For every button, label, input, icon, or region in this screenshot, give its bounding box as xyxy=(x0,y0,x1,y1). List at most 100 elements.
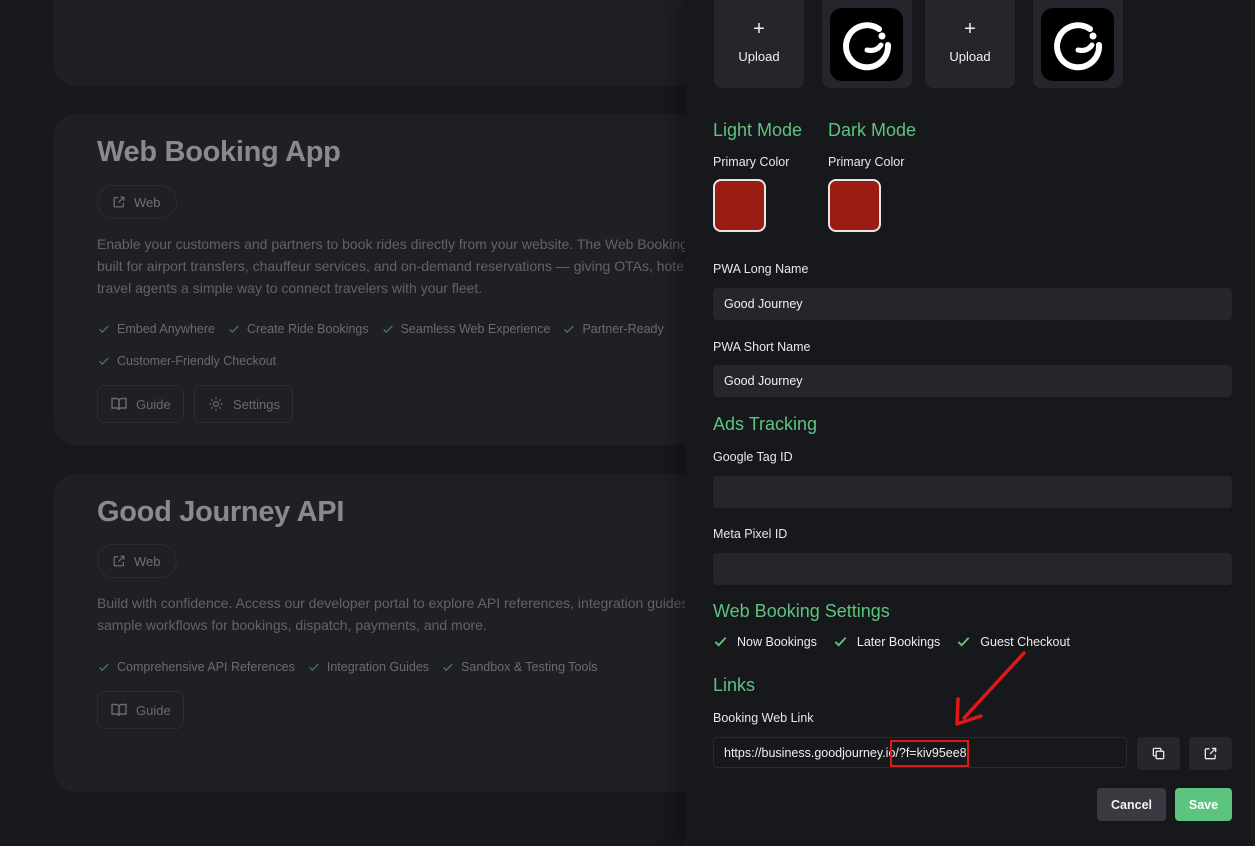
links-title: Links xyxy=(713,675,756,695)
upload-label: Upload xyxy=(738,48,780,64)
plus-icon: + xyxy=(753,17,765,40)
now-bookings-checkbox[interactable]: Now Bookings xyxy=(713,634,817,649)
check-icon xyxy=(309,663,319,672)
check-icon xyxy=(99,663,109,672)
checkbox-label: Now Bookings xyxy=(737,634,817,649)
upload-label: Upload xyxy=(949,48,991,64)
check-icon xyxy=(99,325,109,334)
feature-label: Embed Anywhere xyxy=(117,322,215,336)
description-line: travel agents a simple way to connect tr… xyxy=(97,280,483,296)
check-icon xyxy=(957,637,970,647)
pwa-short-name-label: PWA Short Name xyxy=(713,340,811,354)
feature-list: Customer-Friendly Checkout xyxy=(97,354,276,368)
copy-link-button[interactable] xyxy=(1137,737,1180,770)
copy-icon xyxy=(1152,747,1165,760)
meta-pixel-id-input[interactable] xyxy=(713,553,1232,585)
ads-tracking-title: Ads Tracking xyxy=(713,414,818,434)
web-booking-settings-title: Web Booking Settings xyxy=(713,601,890,621)
settings-button[interactable]: Settings xyxy=(194,385,293,423)
feature-label: Comprehensive API References xyxy=(117,660,295,674)
open-link-button[interactable] xyxy=(1189,737,1232,770)
feature-label: Partner-Ready xyxy=(582,322,664,336)
feature-item: Embed Anywhere xyxy=(97,322,215,336)
check-icon xyxy=(564,325,575,334)
plus-icon: + xyxy=(964,17,976,40)
feature-label: Integration Guides xyxy=(326,660,430,674)
logo-icon xyxy=(842,21,891,70)
check-icon xyxy=(99,357,109,366)
link-highlight-box xyxy=(890,740,969,767)
guide-label: Guide xyxy=(136,702,171,718)
save-button[interactable]: Save xyxy=(1175,788,1232,821)
logo-icon xyxy=(1053,21,1102,70)
checkbox-label: Guest Checkout xyxy=(980,634,1070,649)
pill-label: Web xyxy=(134,194,161,210)
dark-primary-color-label: Primary Color xyxy=(828,155,905,169)
meta-pixel-id-label: Meta Pixel ID xyxy=(713,527,788,541)
google-tag-id-input[interactable] xyxy=(713,476,1232,508)
feature-label: Sandbox & Testing Tools xyxy=(461,660,598,674)
guide-label: Guide xyxy=(136,396,171,412)
feature-list: Embed Anywhere Create Ride Bookings Seam… xyxy=(97,322,664,336)
guide-button[interactable]: Guide xyxy=(97,385,184,423)
light-logo-upload-button[interactable]: + Upload xyxy=(714,0,804,88)
booking-web-link-label: Booking Web Link xyxy=(713,711,814,725)
previous-card xyxy=(54,0,754,86)
card-description: Build with confidence. Access our develo… xyxy=(97,592,717,636)
check-icon xyxy=(443,663,453,672)
card-title: Good Journey API xyxy=(97,496,345,528)
pwa-long-name-label: PWA Long Name xyxy=(713,262,809,276)
dark-logo-upload-button[interactable]: + Upload xyxy=(925,0,1015,88)
gear-icon xyxy=(209,397,223,411)
check-icon xyxy=(229,325,239,334)
feature-item: Customer-Friendly Checkout xyxy=(97,354,276,368)
feature-label: Customer-Friendly Checkout xyxy=(117,354,277,368)
feature-item: Seamless Web Experience xyxy=(381,322,551,336)
feature-item: Sandbox & Testing Tools xyxy=(441,660,597,674)
feature-label: Seamless Web Experience xyxy=(400,322,551,336)
description-line: Build with confidence. Access our develo… xyxy=(97,595,717,611)
light-logo-preview xyxy=(822,0,912,88)
checkbox-label: Later Bookings xyxy=(856,634,941,649)
check-icon xyxy=(714,637,727,647)
external-link-icon xyxy=(113,196,125,208)
web-booking-settings-panel: + Upload + Upload Light Mode Dark Mode P… xyxy=(685,0,1255,846)
google-tag-id-label: Google Tag ID xyxy=(713,450,793,464)
good-journey-api-card: Good Journey API Web Build with confiden… xyxy=(54,474,754,792)
pwa-short-name-input[interactable] xyxy=(713,365,1232,397)
feature-item: Comprehensive API References xyxy=(97,660,295,674)
feature-list: Comprehensive API References Integration… xyxy=(97,660,597,674)
feature-item: Partner-Ready xyxy=(562,322,664,336)
card-description: Enable your customers and partners to bo… xyxy=(97,233,717,299)
check-icon xyxy=(382,325,393,334)
feature-label: Create Ride Bookings xyxy=(246,322,369,336)
light-primary-color-swatch[interactable] xyxy=(713,179,766,232)
description-line: sample workflows for bookings, dispatch,… xyxy=(97,617,487,633)
external-link-icon xyxy=(113,555,125,567)
good-journey-logo xyxy=(830,8,903,81)
cancel-button[interactable]: Cancel xyxy=(1097,788,1166,821)
book-icon xyxy=(111,397,127,411)
card-title: Web Booking App xyxy=(97,136,341,168)
good-journey-logo xyxy=(1041,8,1114,81)
light-mode-title: Light Mode xyxy=(713,120,803,140)
guest-checkout-checkbox[interactable]: Guest Checkout xyxy=(956,634,1070,649)
web-link-pill[interactable]: Web xyxy=(97,185,177,219)
description-line: Enable your customers and partners to bo… xyxy=(97,236,717,252)
dark-mode-title: Dark Mode xyxy=(828,120,917,140)
book-icon xyxy=(111,703,127,717)
check-icon xyxy=(834,637,847,647)
feature-item: Create Ride Bookings xyxy=(227,322,369,336)
pill-label: Web xyxy=(134,553,161,569)
dark-primary-color-swatch[interactable] xyxy=(828,179,881,232)
later-bookings-checkbox[interactable]: Later Bookings xyxy=(833,634,940,649)
guide-button[interactable]: Guide xyxy=(97,691,184,729)
pwa-long-name-input[interactable] xyxy=(713,288,1232,320)
dark-logo-preview xyxy=(1033,0,1123,88)
web-booking-options: Now Bookings Later Bookings Guest Checko… xyxy=(713,634,1070,649)
external-link-icon xyxy=(1204,747,1217,760)
web-link-pill[interactable]: Web xyxy=(97,544,177,578)
settings-label: Settings xyxy=(233,396,280,412)
web-booking-app-card: Web Booking App Web Enable your customer… xyxy=(54,114,754,445)
feature-item: Integration Guides xyxy=(307,660,429,674)
